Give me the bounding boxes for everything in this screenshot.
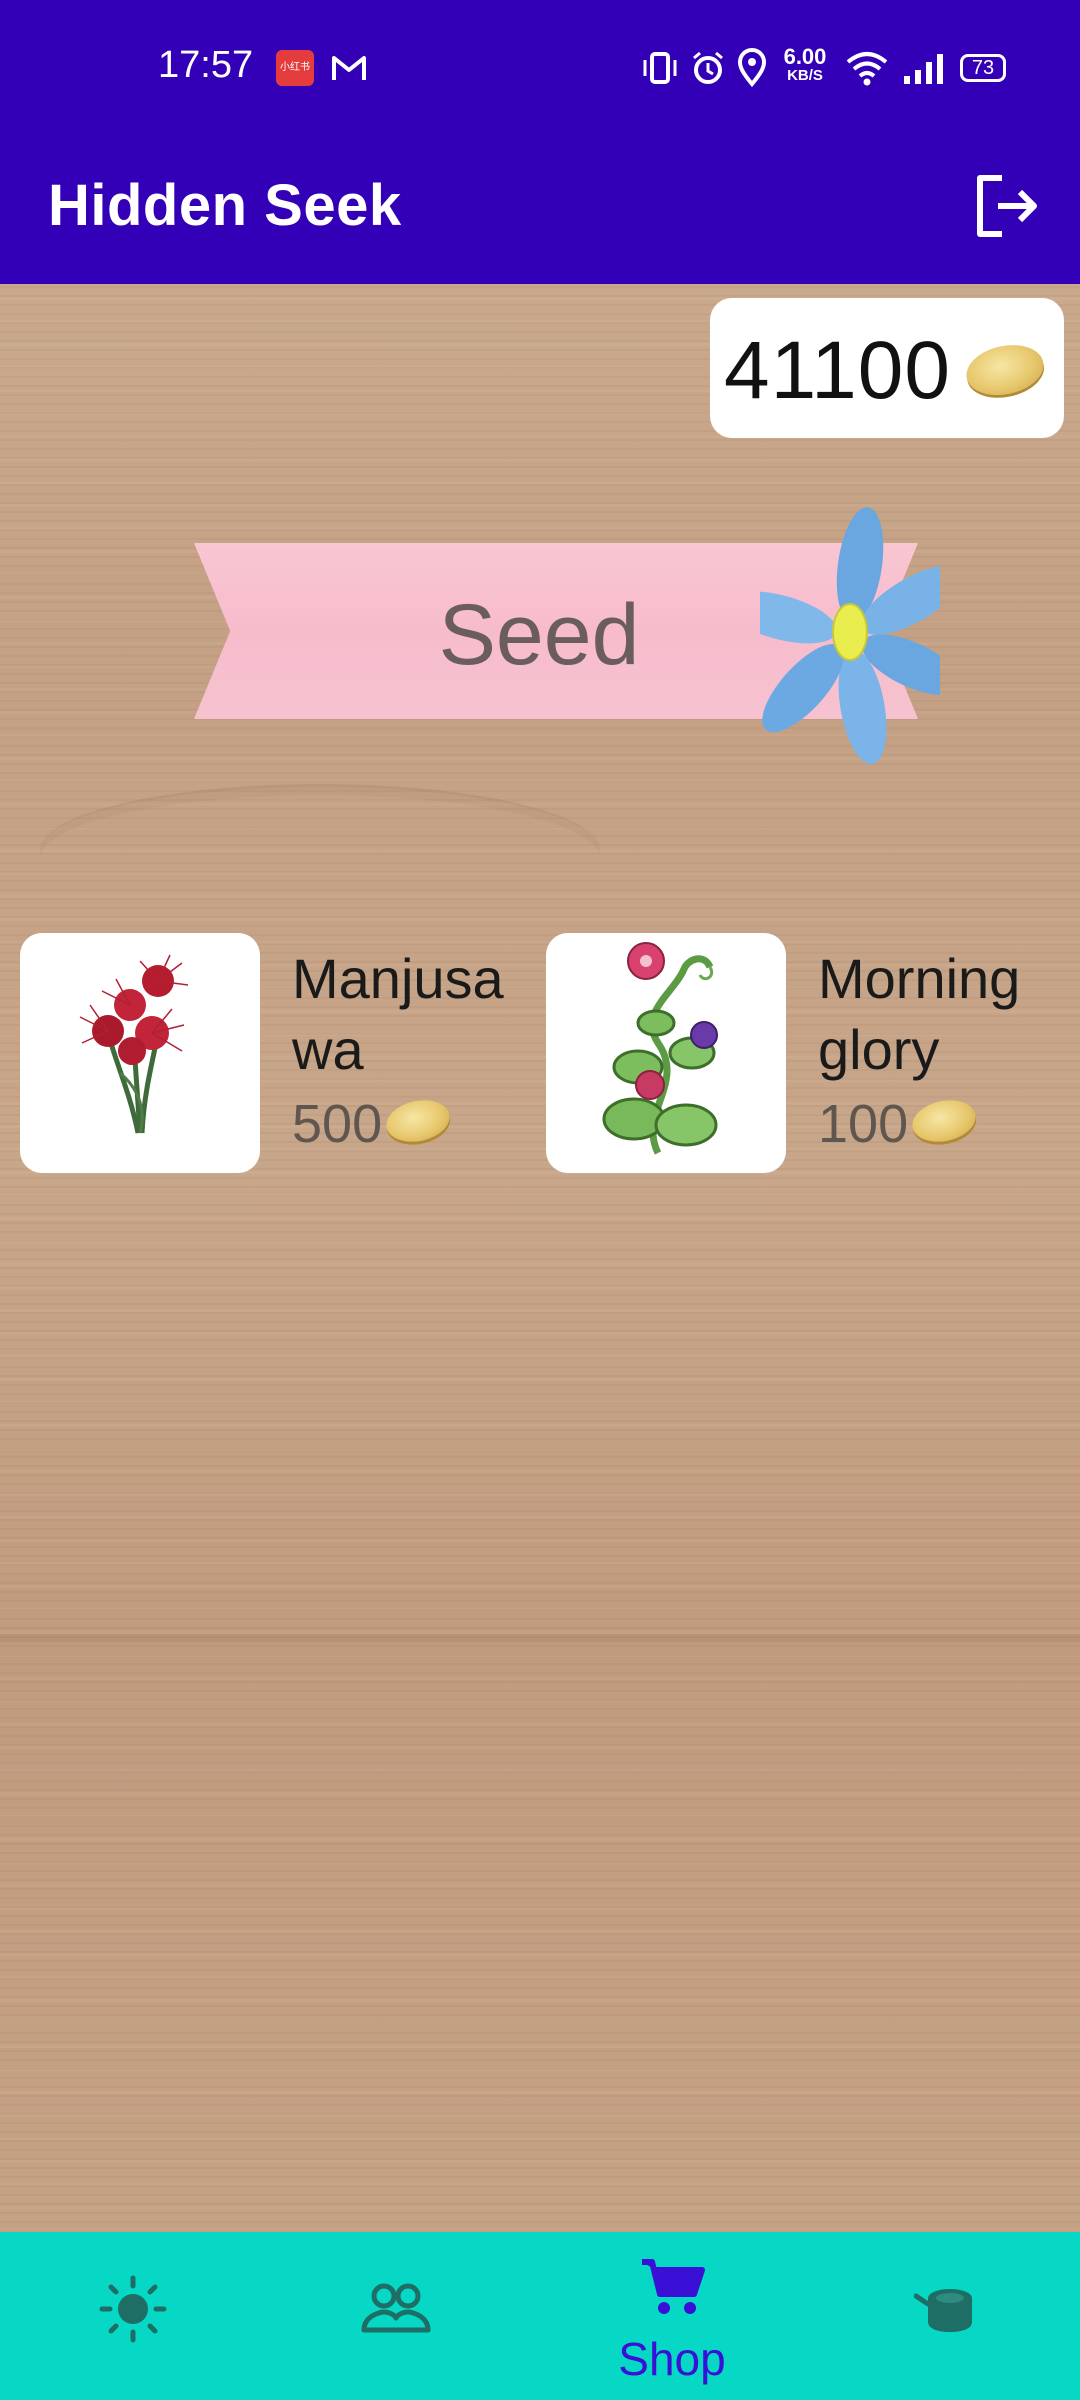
bottom-navigation: Shop <box>0 2232 1080 2400</box>
gmail-notification-icon <box>332 56 366 80</box>
product-name-line: Manjusa <box>292 947 504 1010</box>
logout-icon <box>977 175 1037 237</box>
coin-balance: 41100 <box>710 298 1064 438</box>
nav-item-shop[interactable]: Shop <box>572 2232 772 2400</box>
app-title: Hidden Seek <box>48 173 402 238</box>
alarm-icon <box>693 51 723 84</box>
coin-icon <box>382 1094 454 1148</box>
wood-grain <box>0 1634 1080 1642</box>
app-bar: Hidden Seek <box>0 136 1080 284</box>
people-icon <box>361 2283 431 2333</box>
logout-button[interactable] <box>968 166 1048 246</box>
product-card[interactable]: Morning glory 100 <box>546 933 1066 1173</box>
product-name: Manjusa wa <box>292 943 552 1085</box>
product-price-value: 500 <box>292 1094 383 1154</box>
red-spider-lily-icon <box>79 954 189 1134</box>
vibrate-icon <box>643 52 677 84</box>
product-name-line: glory <box>818 1018 940 1081</box>
sun-icon <box>99 2275 167 2343</box>
product-thumbnail[interactable] <box>20 933 260 1173</box>
stump-icon <box>914 2289 972 2332</box>
product-price-value: 100 <box>818 1094 909 1154</box>
product-name: Morning glory <box>818 943 1078 1085</box>
product-price: 500 <box>292 1093 382 1155</box>
morning-glory-icon <box>602 942 718 1155</box>
wifi-icon <box>846 52 888 86</box>
status-time: 17:57 <box>158 44 254 86</box>
product-name-line: Morning <box>818 947 1021 1010</box>
coin-icon <box>908 1094 980 1148</box>
nav-item-weather[interactable] <box>32 2232 232 2400</box>
coin-balance-value: 41100 <box>724 325 951 416</box>
network-speed-value: 6.00 <box>783 44 827 69</box>
xiaohongshu-notification-icon: 小红书 <box>276 50 314 86</box>
nav-item-friends[interactable] <box>296 2232 496 2400</box>
product-price: 100 <box>818 1093 908 1155</box>
coin-icon <box>961 338 1049 402</box>
signal-icon <box>904 54 943 84</box>
status-bar: 17:57 小红书 6.00 KB/S 73 <box>0 0 1080 136</box>
network-speed: 6.00 KB/S <box>778 44 832 84</box>
blue-flower-icon <box>760 507 940 765</box>
product-card[interactable]: Manjusa wa 500 <box>20 933 540 1173</box>
nav-item-label: Shop <box>618 2333 726 2385</box>
wood-grain <box>40 784 600 917</box>
product-name-line: wa <box>292 1018 364 1081</box>
cart-icon <box>642 2259 705 2314</box>
nav-item-garden[interactable] <box>844 2232 1044 2400</box>
product-thumbnail[interactable] <box>546 933 786 1173</box>
location-icon <box>737 48 767 88</box>
network-speed-unit: KB/S <box>787 67 823 84</box>
battery-indicator: 73 <box>960 54 1006 82</box>
